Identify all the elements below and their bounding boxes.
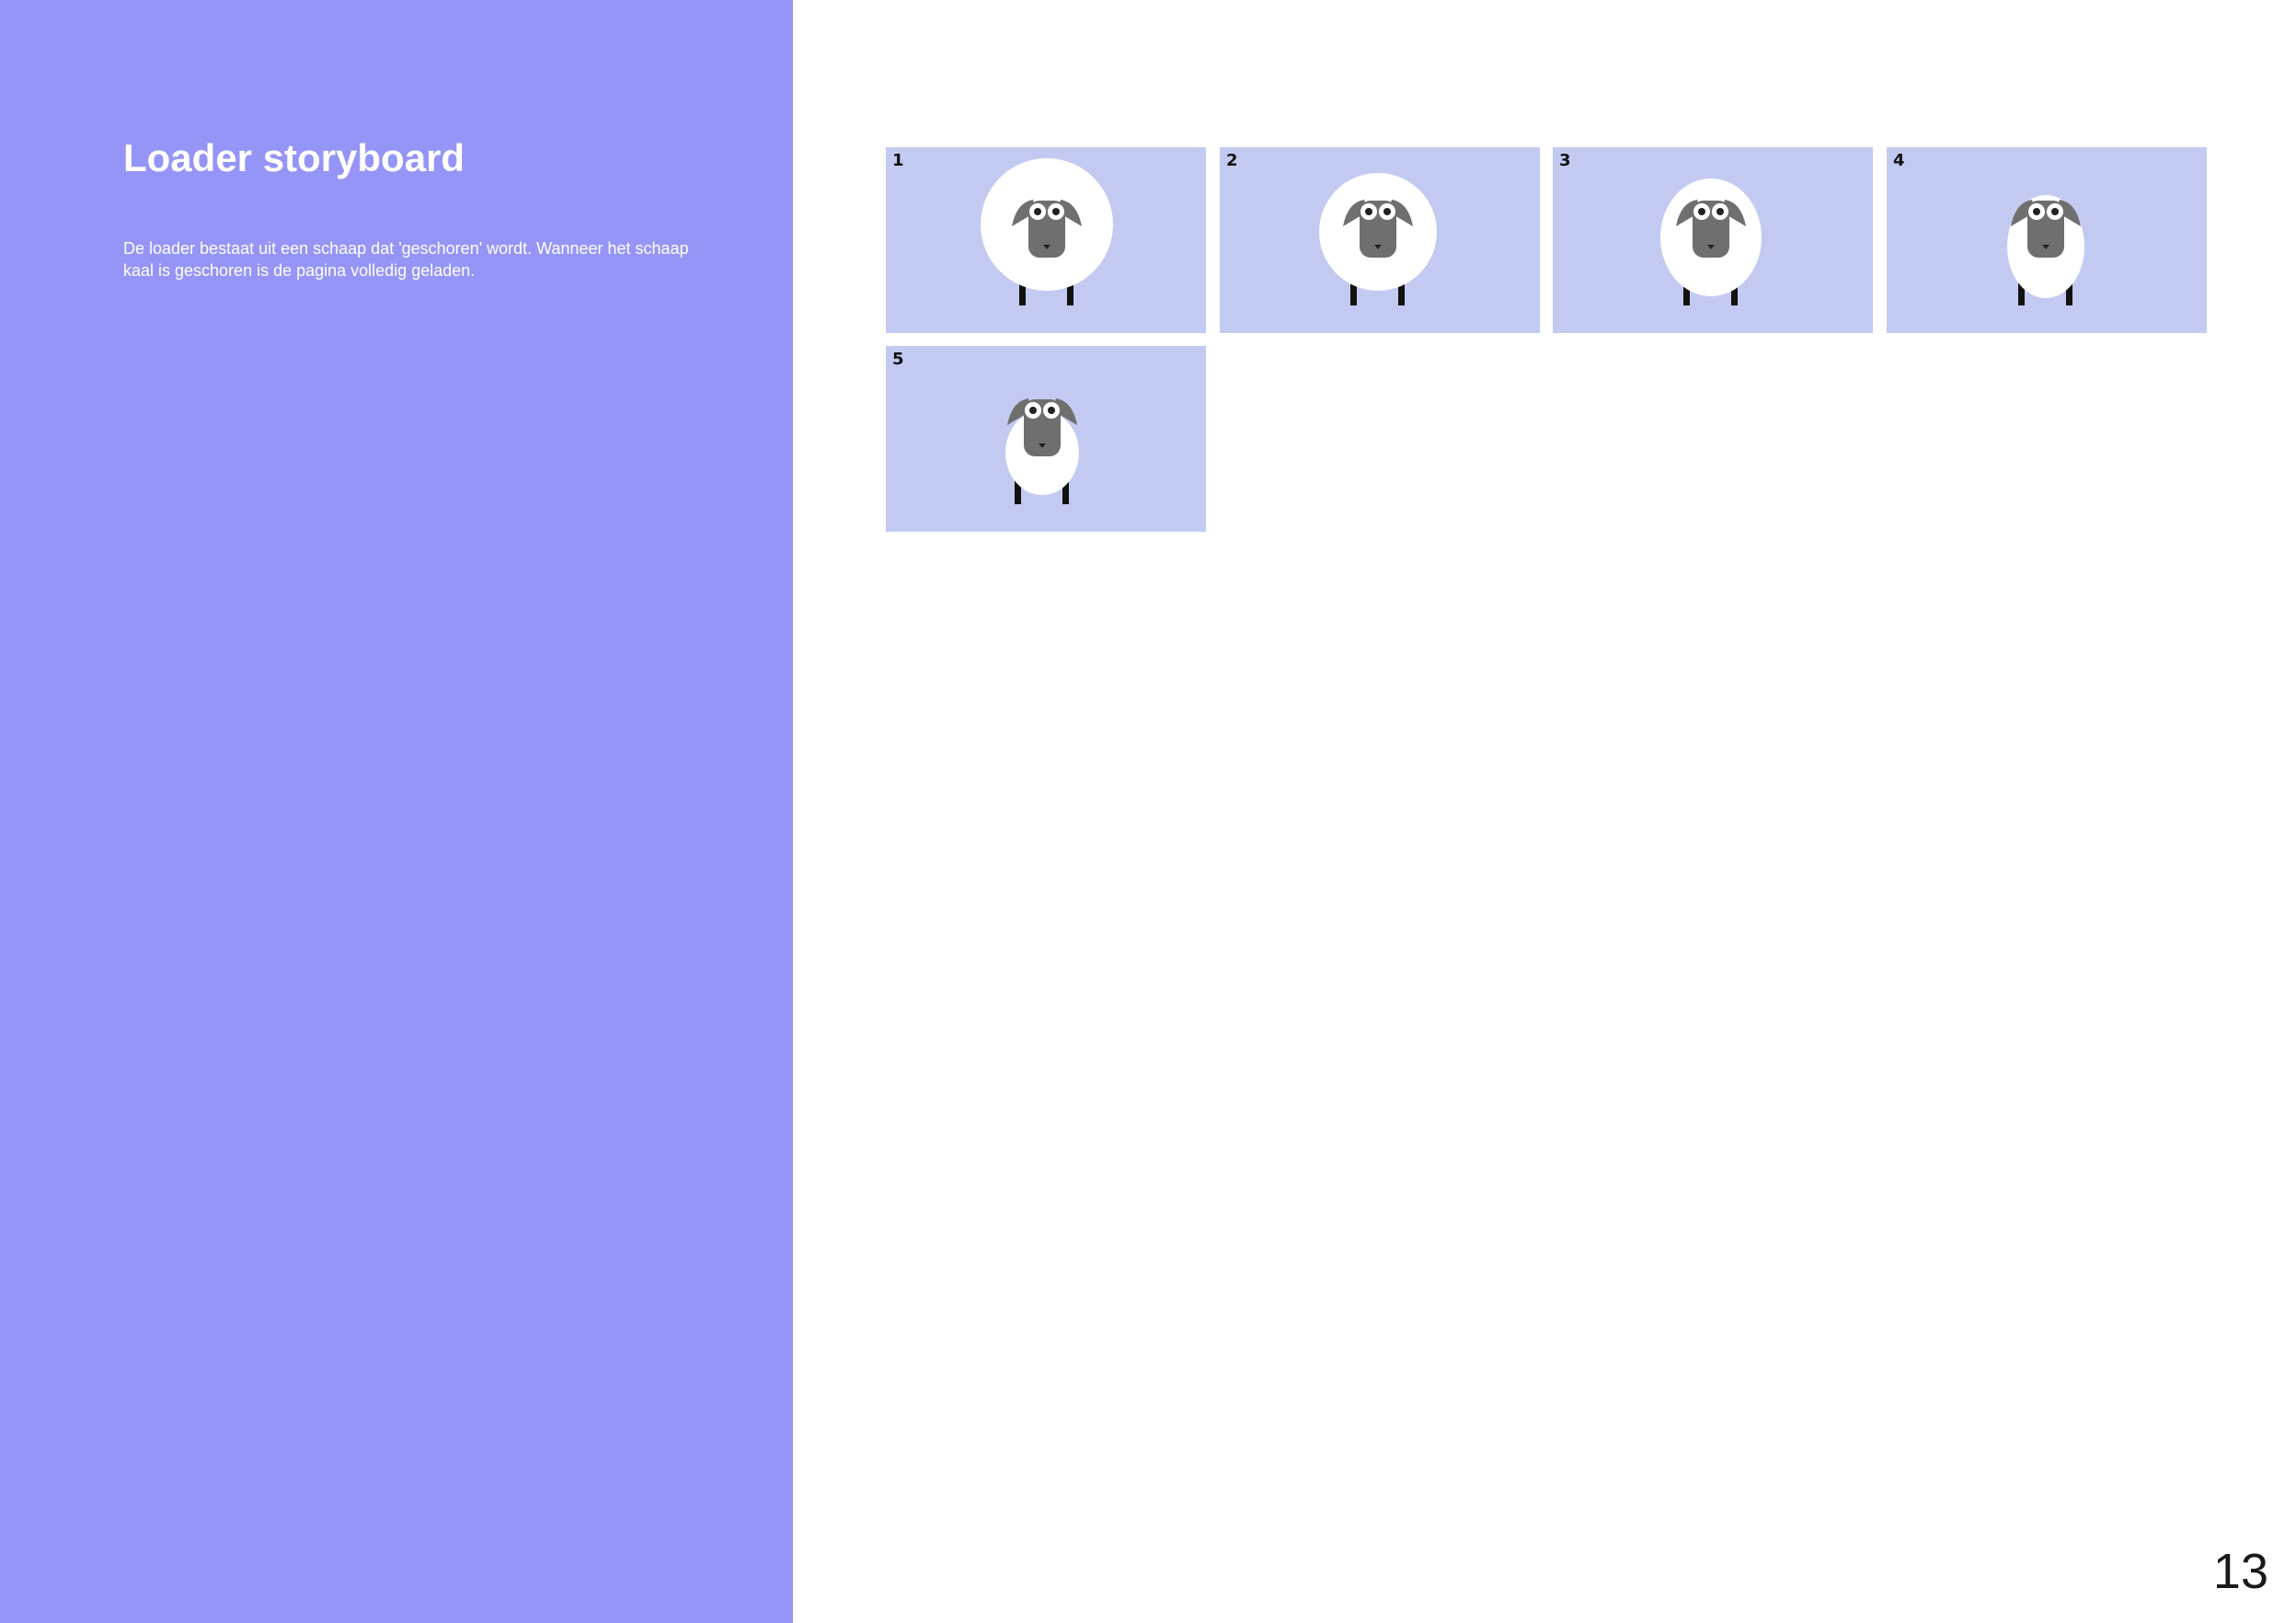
storyboard-frame-4: 4 — [1887, 147, 2207, 333]
page-number: 13 — [2212, 1544, 2268, 1599]
storyboard-frame-5: 5 — [886, 346, 1206, 532]
sheep-illustration — [1005, 398, 1079, 504]
sidebar-panel: Loader storyboard De loader bestaat uit … — [0, 0, 793, 1623]
frame-number: 1 — [892, 151, 904, 170]
storyboard-frame-3: 3 — [1553, 147, 1873, 333]
frame-number: 5 — [892, 350, 904, 369]
frame-number: 3 — [1559, 151, 1571, 170]
frame-number: 4 — [1893, 151, 1905, 170]
page-title: Loader storyboard — [123, 136, 465, 179]
storyboard-frame-1: 1 — [886, 147, 1206, 333]
storyboard-frame-2: 2 — [1220, 147, 1540, 333]
sheep-illustration — [1319, 173, 1437, 305]
page-description: De loader bestaat uit een schaap dat 'ge… — [123, 239, 689, 280]
frame-number: 2 — [1226, 151, 1238, 170]
sheep-illustration — [981, 158, 1113, 305]
sheep-illustration — [1660, 178, 1762, 305]
sheep-illustration — [2007, 195, 2084, 305]
